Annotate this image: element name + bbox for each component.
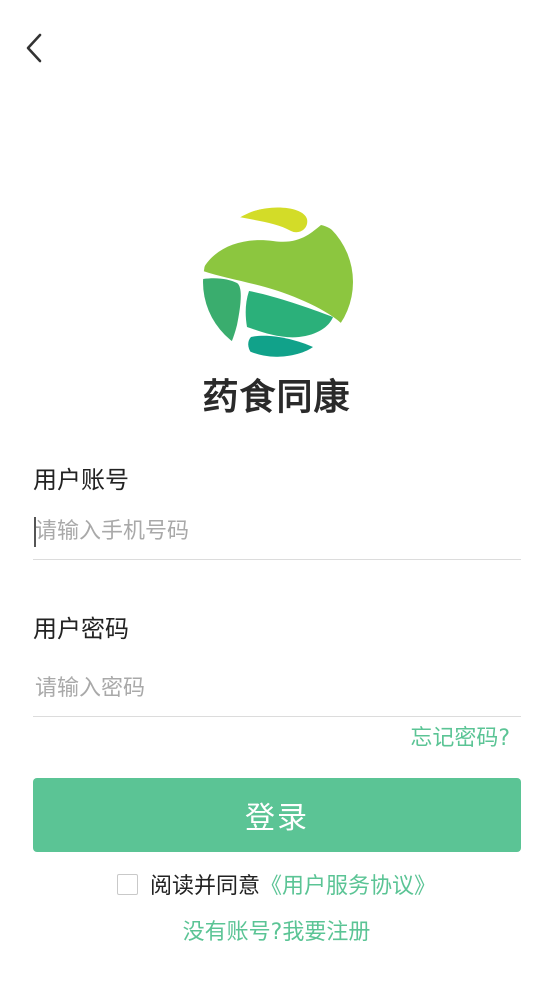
chevron-left-icon bbox=[26, 33, 42, 63]
account-input[interactable] bbox=[33, 504, 521, 560]
account-label: 用户账号 bbox=[33, 466, 129, 494]
forgot-password-link[interactable]: 忘记密码? bbox=[410, 720, 510, 752]
app-name: 药食同康 bbox=[202, 377, 351, 418]
agreement-checkbox[interactable] bbox=[116, 873, 138, 895]
password-label: 用户密码 bbox=[33, 615, 129, 643]
text-caret bbox=[34, 517, 36, 547]
login-button[interactable]: 登录 bbox=[33, 778, 521, 852]
back-button[interactable] bbox=[14, 28, 54, 68]
agreement-prefix: 阅读并同意 bbox=[149, 874, 260, 899]
agreement-row: 阅读并同意 《用户服务协议》 bbox=[0, 868, 553, 900]
register-link[interactable]: 没有账号?我要注册 bbox=[0, 914, 553, 946]
app-logo bbox=[203, 207, 353, 357]
password-input[interactable] bbox=[33, 661, 521, 717]
user-agreement-link[interactable]: 《用户服务协议》 bbox=[260, 868, 436, 900]
